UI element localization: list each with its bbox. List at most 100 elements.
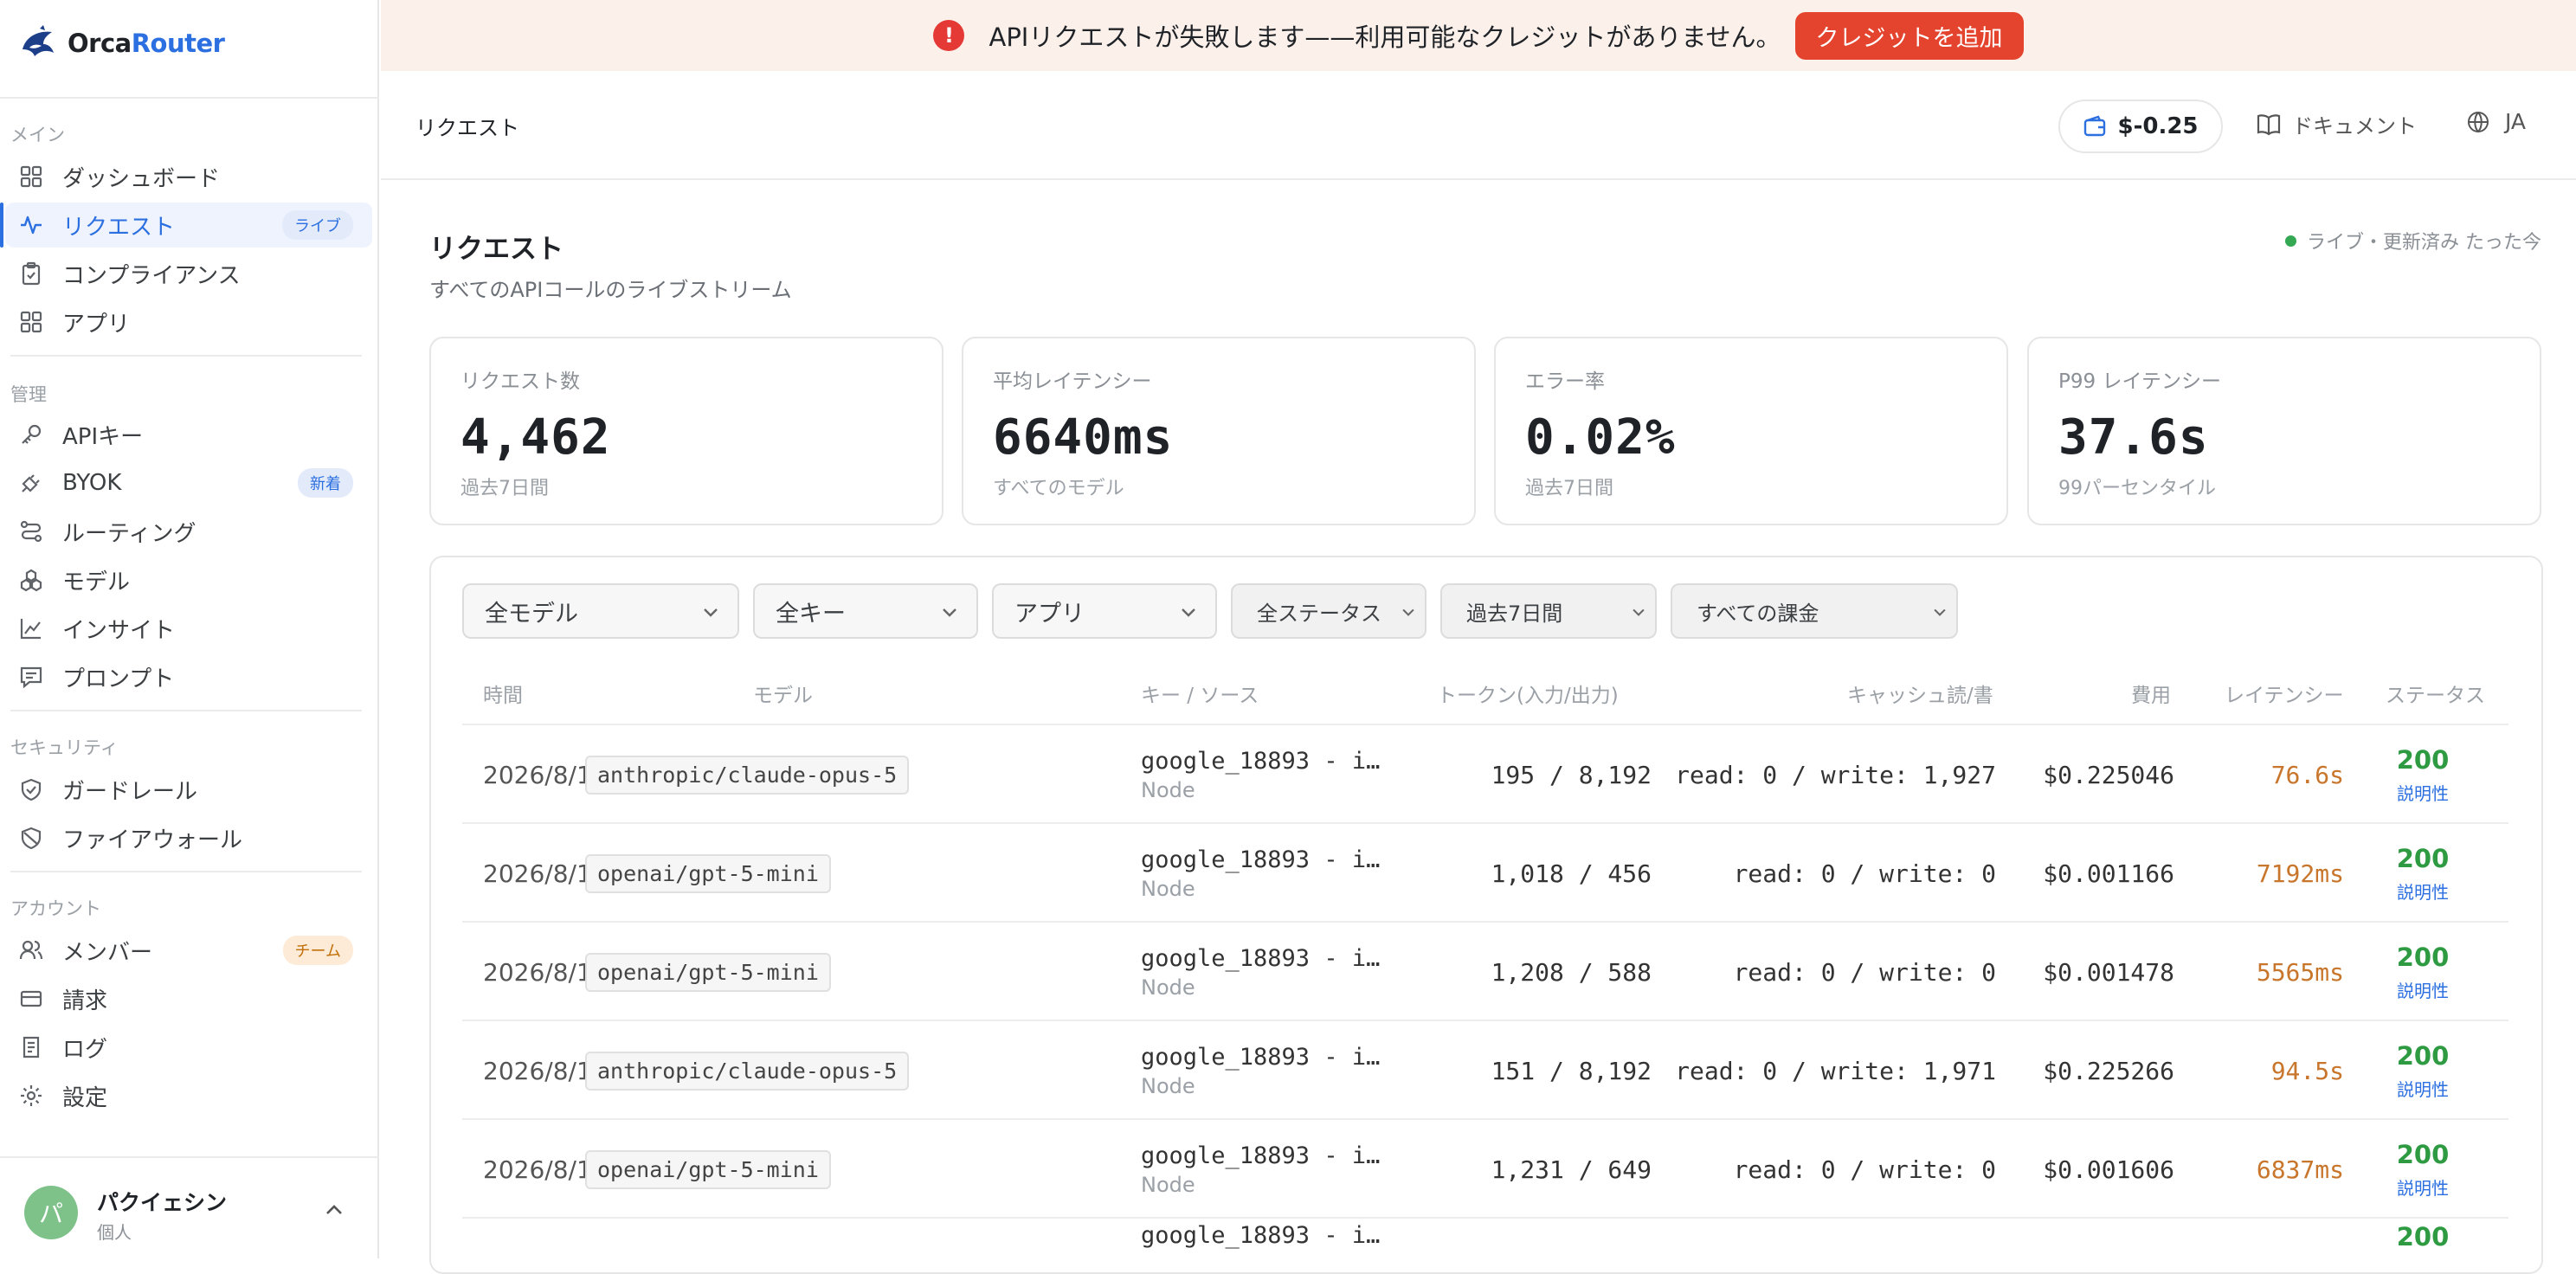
sidebar-item-insights[interactable]: インサイト xyxy=(5,606,372,651)
row-status: 200 説明性 xyxy=(2332,824,2514,923)
sidebar-item-firewall[interactable]: ファイアウォール xyxy=(5,815,372,860)
stat-card-error-rate: エラー率 0.02% 過去7日間 xyxy=(1494,337,2008,525)
sidebar-item-label: 設定 xyxy=(62,1084,108,1111)
row-key: google_18893 - i… Node xyxy=(1141,824,1380,923)
table-row[interactable]: 2026/8/13 17:54:50 openai/gpt-5-mini goo… xyxy=(462,1118,2508,1217)
sidebar-item-billing[interactable]: 請求 xyxy=(5,976,372,1021)
column-header-latency: レイテンシー xyxy=(2225,685,2344,707)
error-banner: ! APIリクエストが失敗します——利用可能なクレジットがありません。 クレジッ… xyxy=(381,0,2576,71)
table-row[interactable]: 2026/8/13 17:55:35 anthropic/claude-opus… xyxy=(462,724,2508,822)
sidebar-item-models[interactable]: モデル xyxy=(5,557,372,602)
table-row[interactable]: 2026/8/13 17:54:51 anthropic/claude-opus… xyxy=(462,1020,2508,1118)
filter-value: すべての課金 xyxy=(1697,601,1819,626)
stat-card-avg-latency: 平均レイテンシー 6640ms すべてのモデル xyxy=(962,337,1476,525)
sidebar-item-members[interactable]: メンバー チーム xyxy=(5,928,372,973)
language-selector[interactable]: JA xyxy=(2467,109,2526,134)
orca-logo-icon xyxy=(23,25,54,56)
key-name: google_18893 - i… xyxy=(1141,846,1381,873)
user-menu[interactable]: パ パクイェシン 個人 xyxy=(0,1156,379,1258)
key-name: google_18893 - i… xyxy=(1141,747,1381,775)
sidebar-item-routing[interactable]: ルーティング xyxy=(5,509,372,554)
section-label-account: アカウント xyxy=(10,898,101,919)
credit-balance-button[interactable]: $-0.25 xyxy=(2058,100,2223,153)
row-model: openai/gpt-5-mini xyxy=(585,923,831,1021)
status-code: 200 xyxy=(2396,1222,2450,1251)
sidebar-item-byok[interactable]: BYOK 新着 xyxy=(5,460,372,505)
chevron-down-icon xyxy=(1402,608,1414,616)
sidebar-item-label: モデル xyxy=(62,569,131,595)
sidebar-item-settings[interactable]: 設定 xyxy=(5,1073,372,1118)
chevron-down-icon xyxy=(943,608,956,617)
explain-link[interactable]: 説明性 xyxy=(2397,977,2449,1002)
period-filter[interactable]: 過去7日間 xyxy=(1440,583,1657,639)
divider xyxy=(10,871,362,872)
add-credit-button[interactable]: クレジットを追加 xyxy=(1794,11,2024,60)
sidebar-item-label: ファイアウォール xyxy=(62,827,243,853)
card-icon xyxy=(17,985,45,1013)
row-key: google_18893 - i… xyxy=(1141,1222,1380,1257)
docs-label: ドキュメント xyxy=(2292,114,2417,138)
sidebar-item-compliance[interactable]: コンプライアンス xyxy=(5,251,372,296)
sidebar-item-requests[interactable]: リクエスト ライブ xyxy=(0,203,372,248)
sidebar-item-prompts[interactable]: プロンプト xyxy=(5,654,372,699)
table-row[interactable]: google_18893 - i… 200 xyxy=(462,1217,2508,1258)
top-bar: リクエスト $-0.25 ドキュメント JA xyxy=(381,71,2576,180)
app-logo[interactable]: OrcaRouter xyxy=(17,23,225,64)
sidebar-item-label: アプリ xyxy=(62,311,131,338)
sidebar-item-dashboard[interactable]: ダッシュボード xyxy=(5,154,372,199)
filter-value: 全キー xyxy=(776,600,846,627)
status-filter[interactable]: 全ステータス xyxy=(1231,583,1426,639)
explain-link[interactable]: 説明性 xyxy=(2397,1076,2449,1101)
divider xyxy=(0,97,379,99)
log-icon xyxy=(17,1033,45,1061)
key-source: Node xyxy=(1141,876,1195,901)
table-row[interactable]: 2026/8/13 17:54:58 openai/gpt-5-mini goo… xyxy=(462,822,2508,921)
stat-title: P99 レイテンシー xyxy=(2058,370,2221,393)
status-code: 200 xyxy=(2396,1139,2450,1169)
live-dot-icon xyxy=(2285,235,2296,247)
chevron-down-icon xyxy=(1182,608,1195,617)
explain-link[interactable]: 説明性 xyxy=(2397,780,2449,805)
app-filter[interactable]: アプリ xyxy=(992,583,1217,639)
sidebar-item-logs[interactable]: ログ xyxy=(5,1025,372,1070)
status-code: 200 xyxy=(2396,942,2450,972)
row-tokens: 195 / 8,192 xyxy=(1491,760,1652,789)
stat-card-p99-latency: P99 レイテンシー 37.6s 99パーセンタイル xyxy=(2027,337,2541,525)
activity-icon xyxy=(17,211,45,239)
sidebar-item-api-keys[interactable]: APIキー xyxy=(5,412,372,457)
key-icon xyxy=(17,421,45,448)
sidebar-item-label: ガードレール xyxy=(62,778,198,805)
billing-filter[interactable]: すべての課金 xyxy=(1671,583,1958,639)
docs-link[interactable]: ドキュメント xyxy=(2256,109,2417,139)
row-key: google_18893 - i… Node xyxy=(1141,1021,1380,1120)
key-name: google_18893 - i… xyxy=(1141,1043,1381,1071)
chevron-up-icon[interactable] xyxy=(322,1201,346,1219)
model-filter[interactable]: 全モデル xyxy=(462,583,739,639)
row-key: google_18893 - i… Node xyxy=(1141,923,1380,1021)
explain-link[interactable]: 説明性 xyxy=(2397,878,2449,904)
sidebar: OrcaRouter メイン ダッシュボード リクエスト ライブ コンプライアン… xyxy=(0,0,379,1258)
live-status: ライブ・更新済み たった今 xyxy=(2285,227,2541,254)
sidebar-item-label: コンプライアンス xyxy=(62,262,241,289)
explain-link[interactable]: 説明性 xyxy=(2397,1174,2449,1200)
apps-icon xyxy=(17,308,45,336)
plug-icon xyxy=(17,469,45,497)
chevron-down-icon xyxy=(1934,608,1946,616)
key-name: google_18893 - i… xyxy=(1141,1142,1381,1169)
sidebar-item-guardrails[interactable]: ガードレール xyxy=(5,767,372,812)
sidebar-item-apps[interactable]: アプリ xyxy=(5,299,372,344)
live-status-text: ライブ・更新済み たった今 xyxy=(2307,232,2541,254)
row-cache: read: 0 / write: 0 xyxy=(1733,859,1996,888)
row-status: 200 説明性 xyxy=(2332,923,2514,1021)
section-label-manage: 管理 xyxy=(10,384,47,405)
table-row[interactable]: 2026/8/13 17:54:56 openai/gpt-5-mini goo… xyxy=(462,921,2508,1020)
alert-icon: ! xyxy=(933,20,965,51)
row-cache: read: 0 / write: 1,927 xyxy=(1675,760,1996,789)
sidebar-item-label: BYOK xyxy=(62,470,122,496)
avatar: パ xyxy=(24,1186,78,1239)
key-filter[interactable]: 全キー xyxy=(753,583,978,639)
row-latency: 5565ms xyxy=(2256,957,2344,987)
row-model: anthropic/claude-opus-5 xyxy=(585,725,910,824)
live-badge: ライブ xyxy=(282,210,353,240)
row-status: 200 説明性 xyxy=(2332,1021,2514,1120)
